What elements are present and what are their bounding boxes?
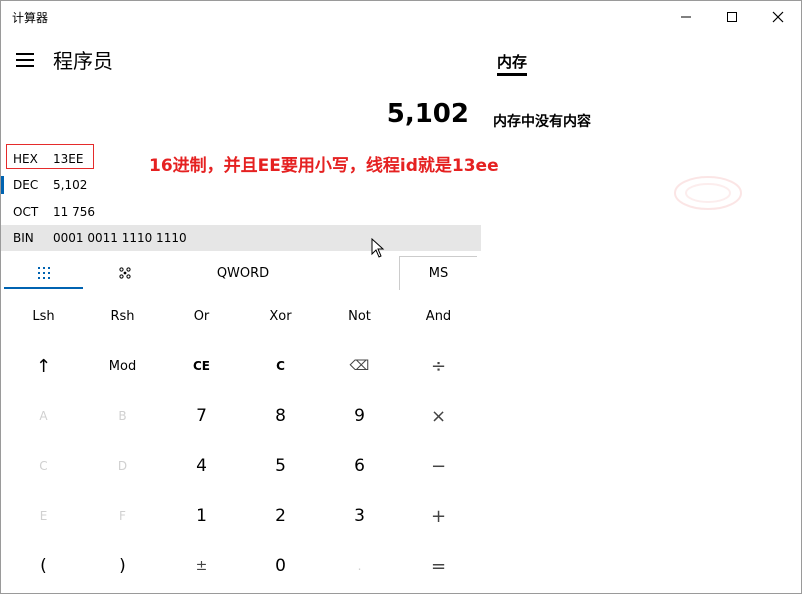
key-divide[interactable]: ÷	[399, 341, 478, 391]
key-clear[interactable]: C	[241, 341, 320, 391]
key-lsh[interactable]: Lsh	[4, 291, 83, 341]
keypad-toolbar: QWORD MS	[1, 256, 481, 290]
key-hex-c[interactable]: C	[4, 441, 83, 491]
maximize-icon	[727, 12, 737, 22]
key-4[interactable]: 4	[162, 441, 241, 491]
radix-label: OCT	[13, 205, 39, 219]
key-hex-d[interactable]: D	[83, 441, 162, 491]
key-5[interactable]: 5	[241, 441, 320, 491]
key-hex-f[interactable]: F	[83, 491, 162, 541]
memory-store-button[interactable]: MS	[399, 256, 477, 290]
bit-toggle-button[interactable]	[85, 256, 164, 290]
minimize-button[interactable]	[663, 1, 709, 33]
mouse-cursor-icon	[371, 238, 385, 258]
key-7[interactable]: 7	[162, 391, 241, 441]
key-mod[interactable]: Mod	[83, 341, 162, 391]
key-not[interactable]: Not	[320, 291, 399, 341]
close-button[interactable]	[755, 1, 801, 33]
annotation-text: 16进制，并且EE要用小写，线程id就是13ee	[149, 156, 499, 176]
key-minus[interactable]: −	[399, 441, 478, 491]
tab-memory[interactable]: 内存	[497, 51, 527, 72]
maximize-button[interactable]	[709, 1, 755, 33]
radix-value: 11 756	[53, 205, 95, 219]
key-or[interactable]: Or	[162, 291, 241, 341]
hamburger-menu-icon[interactable]	[16, 53, 34, 67]
full-keypad-icon	[37, 267, 50, 279]
full-keypad-button[interactable]	[4, 256, 83, 290]
key-negate[interactable]: ±	[162, 541, 241, 591]
radix-row-bin[interactable]: BIN 0001 0011 1110 1110	[1, 225, 481, 251]
key-6[interactable]: 6	[320, 441, 399, 491]
close-icon	[772, 11, 784, 23]
radix-label: DEC	[13, 178, 39, 192]
key-hex-e[interactable]: E	[4, 491, 83, 541]
key-xor[interactable]: Xor	[241, 291, 320, 341]
key-9[interactable]: 9	[320, 391, 399, 441]
key-plus[interactable]: +	[399, 491, 478, 541]
watermark-smudge	[674, 176, 742, 210]
key-0[interactable]: 0	[241, 541, 320, 591]
hex-highlight-box	[6, 144, 94, 169]
key-hex-b[interactable]: B	[83, 391, 162, 441]
key-multiply[interactable]: ×	[399, 391, 478, 441]
mode-title: 程序员	[53, 49, 113, 73]
keypad-tab-underline	[4, 287, 83, 289]
word-size-button[interactable]: QWORD	[166, 256, 320, 290]
key-open-paren[interactable]: (	[4, 541, 83, 591]
key-close-paren[interactable]: )	[83, 541, 162, 591]
selected-radix-marker	[1, 176, 4, 194]
key-and[interactable]: And	[399, 291, 478, 341]
radix-row-oct[interactable]: OCT 11 756	[1, 199, 481, 225]
memory-empty-text: 内存中没有内容	[493, 114, 591, 130]
key-equals[interactable]: =	[399, 541, 478, 591]
result-display: 5,102	[386, 99, 469, 129]
radix-value: 5,102	[53, 178, 88, 192]
tab-memory-underline	[497, 73, 527, 76]
key-1[interactable]: 1	[162, 491, 241, 541]
key-8[interactable]: 8	[241, 391, 320, 441]
bit-toggle-icon	[118, 267, 131, 279]
key-2[interactable]: 2	[241, 491, 320, 541]
key-decimal[interactable]: .	[320, 541, 399, 591]
radix-label: BIN	[13, 231, 34, 245]
key-hex-a[interactable]: A	[4, 391, 83, 441]
window-title: 计算器	[12, 11, 49, 25]
key-rsh[interactable]: Rsh	[83, 291, 162, 341]
key-3[interactable]: 3	[320, 491, 399, 541]
key-shift-up[interactable]: ↑	[4, 341, 83, 391]
calculator-window: 计算器 程序员 内存 内存中没有内容 5,102 HEX 13EE DEC 5,…	[0, 0, 802, 594]
minimize-icon	[681, 16, 691, 18]
key-ce[interactable]: CE	[162, 341, 241, 391]
title-bar: 计算器	[1, 1, 801, 33]
backspace-key[interactable]: ⌫	[320, 341, 399, 391]
radix-value: 0001 0011 1110 1110	[53, 231, 187, 245]
